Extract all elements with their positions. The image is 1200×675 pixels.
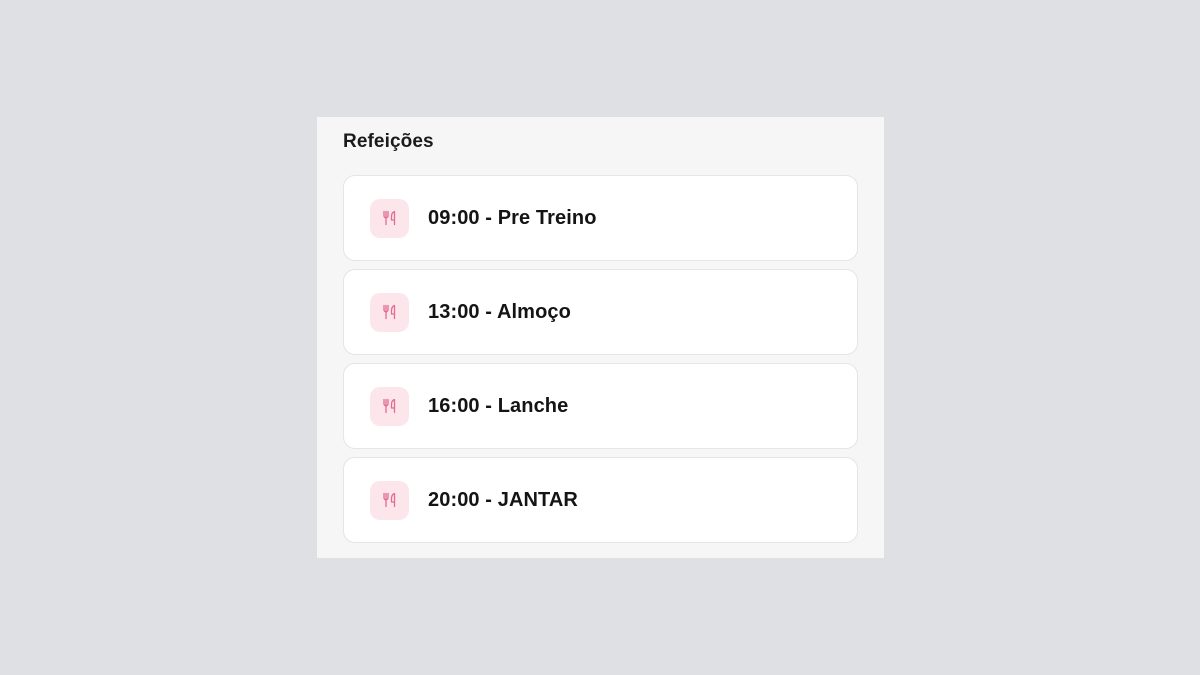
utensils-icon [370, 292, 409, 332]
meal-label: 09:00 - Pre Treino [428, 206, 597, 229]
meal-label: 16:00 - Lanche [428, 394, 569, 417]
meal-card-pre-treino[interactable]: 09:00 - Pre Treino [343, 175, 858, 261]
meal-card-almoco[interactable]: 13:00 - Almoço [343, 269, 858, 355]
meal-label: 20:00 - JANTAR [428, 488, 578, 511]
meal-card-jantar[interactable]: 20:00 - JANTAR [343, 457, 858, 543]
utensils-icon [370, 480, 409, 520]
meal-list: 09:00 - Pre Treino 13:00 - Almoço 16:00 … [343, 175, 858, 543]
section-title: Refeições [343, 131, 434, 152]
meals-panel: Refeições 09:00 - Pre Treino 13:00 - Alm… [317, 117, 884, 558]
utensils-icon [370, 198, 409, 238]
utensils-icon [370, 386, 409, 426]
meal-label: 13:00 - Almoço [428, 300, 571, 323]
meal-card-lanche[interactable]: 16:00 - Lanche [343, 363, 858, 449]
